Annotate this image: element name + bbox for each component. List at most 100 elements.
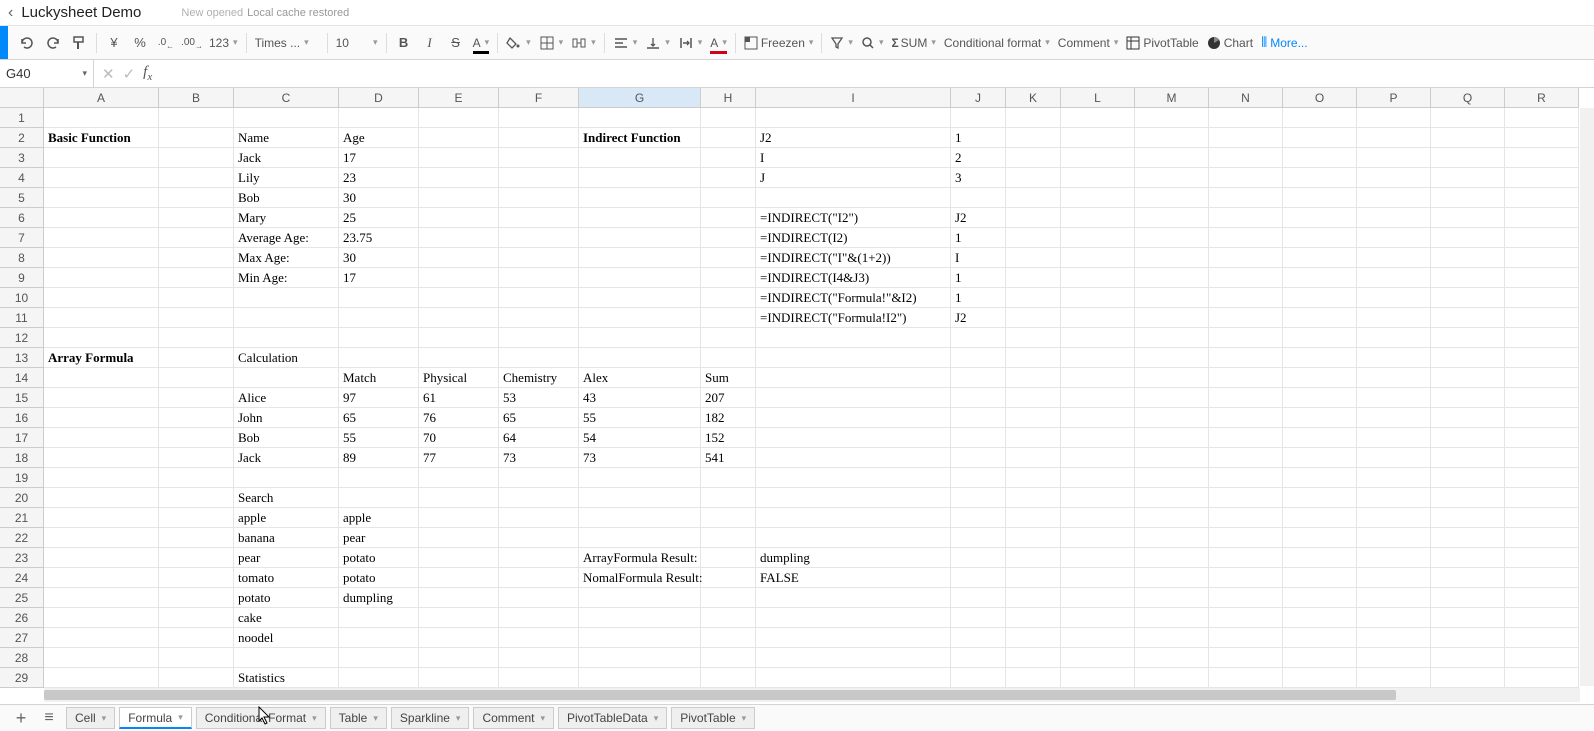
cell-I8[interactable]: =INDIRECT("I"&(1+2))	[756, 248, 951, 268]
cell-F28[interactable]	[499, 648, 579, 668]
cell-P5[interactable]	[1357, 188, 1431, 208]
font-color-dropdown[interactable]: A▾	[706, 30, 731, 56]
cell-L17[interactable]	[1061, 428, 1135, 448]
cell-P7[interactable]	[1357, 228, 1431, 248]
cell-I25[interactable]	[756, 588, 951, 608]
cell-F2[interactable]	[499, 128, 579, 148]
cell-E23[interactable]	[419, 548, 499, 568]
cell-O3[interactable]	[1283, 148, 1357, 168]
back-icon[interactable]: ‹	[8, 4, 13, 22]
row-header-9[interactable]: 9	[0, 268, 44, 288]
cell-O13[interactable]	[1283, 348, 1357, 368]
cell-G2[interactable]: Indirect Function	[579, 128, 701, 148]
cell-E3[interactable]	[419, 148, 499, 168]
cell-I5[interactable]	[756, 188, 951, 208]
cell-P16[interactable]	[1357, 408, 1431, 428]
cell-I15[interactable]	[756, 388, 951, 408]
cell-area[interactable]: Basic FunctionNameAgeIndirect FunctionJ2…	[44, 108, 1579, 688]
cell-M3[interactable]	[1135, 148, 1209, 168]
cell-G7[interactable]	[579, 228, 701, 248]
all-sheets-button[interactable]: ≡	[38, 707, 60, 729]
cell-P3[interactable]	[1357, 148, 1431, 168]
cell-C25[interactable]: potato	[234, 588, 339, 608]
row-header-6[interactable]: 6	[0, 208, 44, 228]
cell-M10[interactable]	[1135, 288, 1209, 308]
cell-F6[interactable]	[499, 208, 579, 228]
cell-C12[interactable]	[234, 328, 339, 348]
cell-E9[interactable]	[419, 268, 499, 288]
cell-A23[interactable]	[44, 548, 159, 568]
cell-Q3[interactable]	[1431, 148, 1505, 168]
column-header-I[interactable]: I	[756, 88, 951, 108]
cell-O20[interactable]	[1283, 488, 1357, 508]
cell-K12[interactable]	[1006, 328, 1061, 348]
cell-O29[interactable]	[1283, 668, 1357, 688]
cell-A24[interactable]	[44, 568, 159, 588]
cell-I13[interactable]	[756, 348, 951, 368]
cell-P19[interactable]	[1357, 468, 1431, 488]
cell-F22[interactable]	[499, 528, 579, 548]
name-box[interactable]: G40 ▾	[0, 60, 94, 87]
cell-B7[interactable]	[159, 228, 234, 248]
cell-E18[interactable]: 77	[419, 448, 499, 468]
cell-H17[interactable]: 152	[701, 428, 756, 448]
cell-E6[interactable]	[419, 208, 499, 228]
cell-D19[interactable]	[339, 468, 419, 488]
cell-G5[interactable]	[579, 188, 701, 208]
cell-M17[interactable]	[1135, 428, 1209, 448]
row-header-7[interactable]: 7	[0, 228, 44, 248]
cell-D23[interactable]: potato	[339, 548, 419, 568]
cell-B1[interactable]	[159, 108, 234, 128]
column-header-K[interactable]: K	[1006, 88, 1061, 108]
cell-B11[interactable]	[159, 308, 234, 328]
cell-B10[interactable]	[159, 288, 234, 308]
wrap-dropdown[interactable]: ▾	[674, 30, 707, 56]
cell-Q15[interactable]	[1431, 388, 1505, 408]
cell-R3[interactable]	[1505, 148, 1579, 168]
cell-F10[interactable]	[499, 288, 579, 308]
cell-M12[interactable]	[1135, 328, 1209, 348]
cell-K22[interactable]	[1006, 528, 1061, 548]
cell-I27[interactable]	[756, 628, 951, 648]
row-header-27[interactable]: 27	[0, 628, 44, 648]
cell-I22[interactable]	[756, 528, 951, 548]
cell-R10[interactable]	[1505, 288, 1579, 308]
cell-H27[interactable]	[701, 628, 756, 648]
cell-J12[interactable]	[951, 328, 1006, 348]
cell-R25[interactable]	[1505, 588, 1579, 608]
cell-L5[interactable]	[1061, 188, 1135, 208]
cell-K7[interactable]	[1006, 228, 1061, 248]
cell-E1[interactable]	[419, 108, 499, 128]
cell-I14[interactable]	[756, 368, 951, 388]
cell-B19[interactable]	[159, 468, 234, 488]
cell-Q22[interactable]	[1431, 528, 1505, 548]
cell-H11[interactable]	[701, 308, 756, 328]
cell-P9[interactable]	[1357, 268, 1431, 288]
cell-E2[interactable]	[419, 128, 499, 148]
column-header-B[interactable]: B	[159, 88, 234, 108]
cell-F15[interactable]: 53	[499, 388, 579, 408]
cell-F5[interactable]	[499, 188, 579, 208]
cell-N11[interactable]	[1209, 308, 1283, 328]
cell-D26[interactable]	[339, 608, 419, 628]
cell-F3[interactable]	[499, 148, 579, 168]
cell-H13[interactable]	[701, 348, 756, 368]
cell-O11[interactable]	[1283, 308, 1357, 328]
cell-K9[interactable]	[1006, 268, 1061, 288]
cell-J8[interactable]: I	[951, 248, 1006, 268]
cell-N21[interactable]	[1209, 508, 1283, 528]
cell-N4[interactable]	[1209, 168, 1283, 188]
cell-P15[interactable]	[1357, 388, 1431, 408]
sheet-tab-table[interactable]: Table▾	[330, 707, 387, 729]
format-painter-button[interactable]	[66, 30, 92, 56]
cell-G14[interactable]: Alex	[579, 368, 701, 388]
cell-E8[interactable]	[419, 248, 499, 268]
cell-Q6[interactable]	[1431, 208, 1505, 228]
cell-P29[interactable]	[1357, 668, 1431, 688]
cell-N26[interactable]	[1209, 608, 1283, 628]
cell-F29[interactable]	[499, 668, 579, 688]
cell-H5[interactable]	[701, 188, 756, 208]
cell-K20[interactable]	[1006, 488, 1061, 508]
cell-O16[interactable]	[1283, 408, 1357, 428]
cell-K1[interactable]	[1006, 108, 1061, 128]
